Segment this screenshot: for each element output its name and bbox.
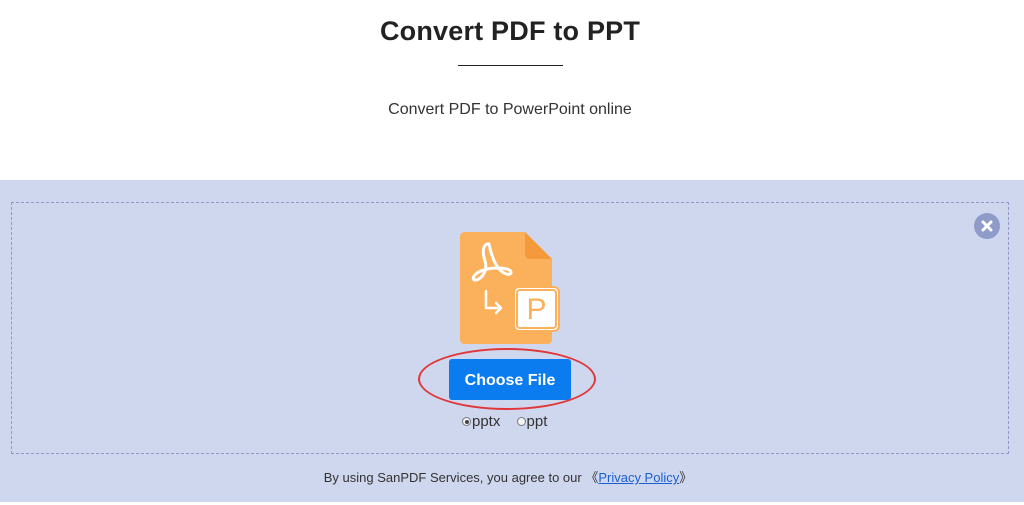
bracket-open: 《 (585, 470, 599, 485)
converter-page: Convert PDF to PPT Convert PDF to PowerP… (0, 0, 1024, 505)
bracket-close: 》 (679, 470, 693, 485)
pptx-radio[interactable] (462, 417, 471, 426)
title-underline (458, 65, 563, 66)
terms-notice: By using SanPDF Services, you agree to o… (0, 467, 1016, 486)
privacy-policy-link[interactable]: Privacy Policy (598, 470, 679, 485)
format-option-pptx[interactable]: pptx (462, 413, 500, 430)
page-subtitle: Convert PDF to PowerPoint online (388, 101, 632, 118)
format-label-ppt: ppt (526, 413, 548, 430)
close-button[interactable] (974, 213, 1000, 239)
format-label-pptx: pptx (472, 413, 501, 430)
ppt-badge-letter: P (526, 293, 546, 326)
close-icon (981, 220, 993, 232)
terms-text: By using SanPDF Services, you agree to o… (323, 470, 586, 485)
ppt-radio[interactable] (516, 417, 526, 426)
page-title: Convert PDF to PPT (379, 16, 641, 46)
choose-file-button[interactable]: Choose File (449, 359, 571, 400)
output-format-group: pptx ppt (462, 413, 547, 430)
pdf-to-ppt-file-icon: P (459, 231, 563, 350)
format-option-ppt[interactable]: ppt (516, 413, 548, 430)
